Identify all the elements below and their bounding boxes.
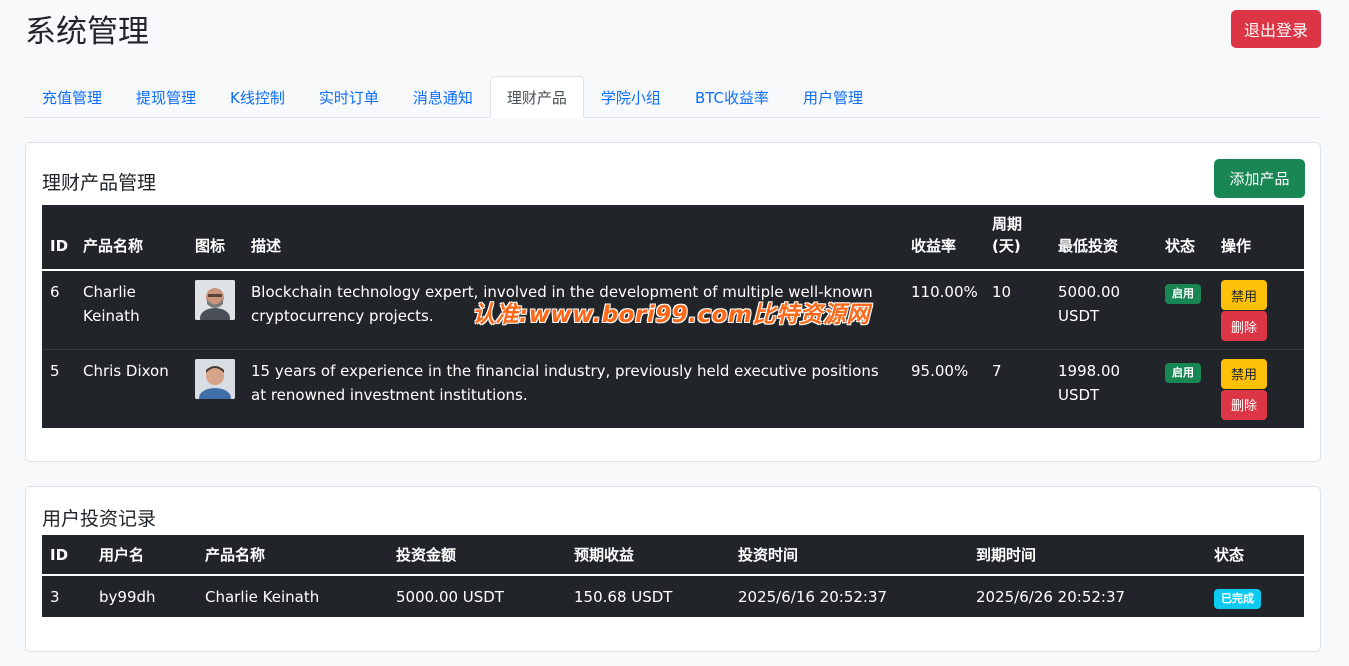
cell-id: 3	[50, 587, 60, 606]
col-desc: 描述	[251, 237, 282, 255]
cell-user: by99dh	[99, 587, 156, 606]
cell-due: 2025/6/26 20:52:37	[976, 587, 1126, 606]
cell-time: 2025/6/16 20:52:37	[738, 587, 888, 606]
tab-btc-yield[interactable]: BTC收益率	[678, 76, 786, 118]
col-due: 到期时间	[976, 546, 1037, 564]
cell-id: 5	[50, 361, 60, 380]
investments-header-row: ID 用户名 产品名称 投资金额 预期收益 投资时间 到期时间 状态	[42, 535, 1304, 575]
tab-recharge[interactable]: 充值管理	[25, 76, 119, 118]
col-time: 投资时间	[738, 546, 799, 564]
investments-table: ID 用户名 产品名称 投资金额 预期收益 投资时间 到期时间 状态 3 by9…	[42, 535, 1304, 617]
col-period: 周期(天)	[992, 215, 1023, 255]
cell-name: Chris Dixon	[83, 361, 169, 380]
col-id: ID	[50, 237, 69, 255]
col-actions: 操作	[1221, 237, 1252, 255]
status-badge: 启用	[1165, 284, 1201, 304]
products-header-row: ID 产品名称 图标 描述 收益率 周期(天) 最低投资 状态 操作	[42, 205, 1304, 270]
tab-wealth-products[interactable]: 理财产品	[489, 76, 584, 118]
delete-button[interactable]: 删除	[1221, 389, 1267, 420]
product-avatar	[195, 358, 235, 399]
cell-min: 5000.00 USDT	[1058, 283, 1121, 325]
products-title: 理财产品管理	[42, 172, 157, 194]
cell-rate: 95.00%	[911, 361, 969, 380]
col-amount: 投资金额	[396, 546, 457, 564]
add-product-button[interactable]: 添加产品	[1214, 159, 1305, 198]
status-badge: 启用	[1165, 362, 1201, 383]
col-name: 产品名称	[83, 237, 144, 255]
cell-desc: 15 years of experience in the financial …	[251, 361, 879, 404]
cell-expected: 150.68 USDT	[574, 587, 673, 606]
cell-name: Charlie Keinath	[83, 283, 140, 325]
col-status: 状态	[1165, 237, 1196, 255]
investments-card: 用户投资记录 ID 用户名 产品名称 投资金额 预期收益 投资时间 到期时间 状…	[25, 486, 1321, 652]
delete-button[interactable]: 删除	[1221, 311, 1267, 341]
status-badge: 已完成	[1214, 588, 1261, 609]
logout-button[interactable]: 退出登录	[1231, 10, 1321, 48]
tab-users[interactable]: 用户管理	[786, 76, 880, 118]
nav-tabs: 充值管理 提现管理 K线控制 实时订单 消息通知 理财产品 学院小组 BTC收益…	[25, 76, 1321, 118]
disable-button[interactable]: 禁用	[1221, 358, 1267, 389]
col-product: 产品名称	[205, 546, 266, 564]
watermark: 认准:www.bori99.com比特资源网	[472, 302, 870, 328]
cell-product: Charlie Keinath	[205, 587, 320, 606]
page-title: 系统管理	[25, 14, 149, 50]
tab-kline[interactable]: K线控制	[213, 76, 302, 118]
col-rate: 收益率	[911, 237, 957, 255]
disable-button[interactable]: 禁用	[1221, 280, 1267, 310]
product-avatar	[195, 280, 235, 320]
table-row: 3 by99dh Charlie Keinath 5000.00 USDT 15…	[42, 575, 1304, 617]
cell-period: 10	[992, 283, 1012, 301]
tab-notifications[interactable]: 消息通知	[396, 76, 490, 118]
cell-amount: 5000.00 USDT	[396, 587, 505, 606]
table-row: 5 Chris Dixon 15 years of experience in …	[42, 349, 1304, 428]
tab-realtime-orders[interactable]: 实时订单	[302, 76, 396, 118]
col-status: 状态	[1214, 546, 1245, 564]
cell-rate: 110.00%	[911, 283, 978, 301]
tab-withdraw[interactable]: 提现管理	[119, 76, 213, 118]
investments-title: 用户投资记录	[42, 508, 157, 530]
col-icon: 图标	[195, 237, 226, 255]
col-min: 最低投资	[1058, 237, 1119, 255]
cell-id: 6	[50, 283, 60, 301]
col-user: 用户名	[99, 546, 145, 564]
col-expected: 预期收益	[574, 546, 635, 564]
cell-period: 7	[992, 361, 1002, 380]
tab-academy-group[interactable]: 学院小组	[584, 76, 678, 118]
cell-min: 1998.00 USDT	[1058, 361, 1121, 404]
col-id: ID	[50, 545, 69, 564]
